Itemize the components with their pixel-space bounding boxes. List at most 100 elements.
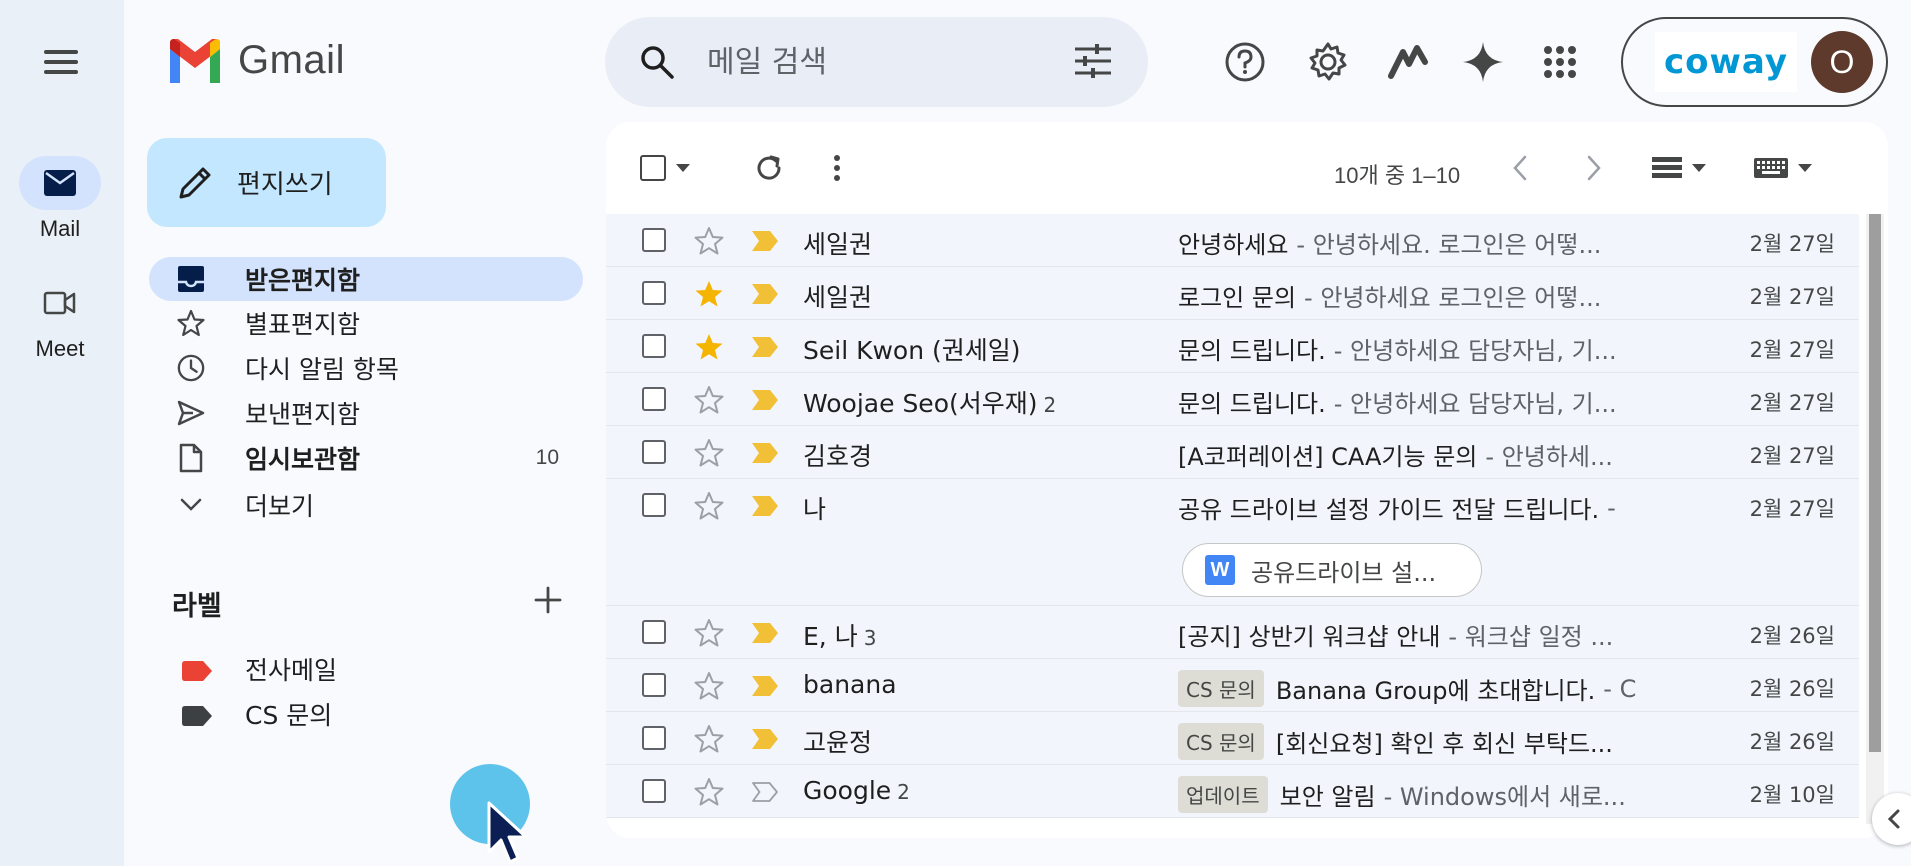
apps-grid-icon[interactable] — [1534, 36, 1586, 88]
row-checkbox[interactable] — [642, 620, 666, 644]
label-item-company-mail[interactable]: 전사메일 — [149, 647, 583, 691]
email-date: 2월 27일 — [1749, 391, 1835, 415]
add-label-icon[interactable] — [532, 584, 564, 616]
row-checkbox[interactable] — [642, 281, 666, 305]
email-row[interactable]: 세일권 로그인 문의 - 안녕하세요 로그인은 어떻... 2월 27일 — [606, 267, 1859, 320]
star-outline-icon[interactable] — [694, 777, 724, 807]
email-row[interactable]: Google 2 업데이트 보안 알림 - Windows에서 새로... 2월 10… — [606, 765, 1859, 818]
gemini-sparkle-icon[interactable] — [1457, 36, 1509, 88]
email-subject: 문의 드립니다. — [1178, 390, 1326, 418]
attachment-chip[interactable]: W 공유드라이브 설... — [1182, 543, 1482, 597]
row-checkbox[interactable] — [642, 726, 666, 750]
avatar[interactable]: O — [1811, 31, 1873, 93]
important-marker-icon[interactable] — [752, 337, 778, 357]
search-options-icon[interactable] — [1075, 44, 1111, 78]
row-checkbox[interactable] — [642, 228, 666, 252]
row-checkbox[interactable] — [642, 334, 666, 358]
gmail-wordmark: Gmail — [238, 38, 345, 82]
important-marker-icon[interactable] — [752, 284, 778, 304]
email-row[interactable]: 세일권 안녕하세요 - 안녕하세요. 로그인은 어떻... 2월 27일 — [606, 214, 1859, 267]
email-subject: 문의 드립니다. — [1178, 337, 1326, 365]
star-filled-icon[interactable] — [694, 332, 724, 362]
list-scrollbar[interactable] — [1866, 214, 1884, 824]
email-subject: [회신요청] 확인 후 회신 부탁드... — [1275, 730, 1613, 758]
email-subject: Banana Group에 초대합니다. — [1275, 677, 1596, 705]
email-row[interactable]: banana CS 문의 Banana Group에 초대합니다. - C 2월 2… — [606, 659, 1859, 712]
nav-item-more[interactable]: 더보기 — [149, 483, 583, 527]
star-outline-icon[interactable] — [694, 618, 724, 648]
scrollbar-thumb[interactable] — [1869, 214, 1881, 752]
search-input[interactable] — [707, 37, 1037, 87]
row-checkbox[interactable] — [642, 387, 666, 411]
rail-item-meet[interactable]: Meet — [10, 276, 110, 362]
star-outline-icon[interactable] — [694, 724, 724, 754]
email-date: 2월 27일 — [1749, 285, 1835, 309]
caret-down-icon — [676, 164, 690, 172]
label-badge[interactable]: CS 문의 — [1178, 723, 1264, 760]
rail-item-mail[interactable]: Mail — [10, 156, 110, 242]
email-date: 2월 26일 — [1749, 624, 1835, 648]
email-row[interactable]: E, 나3 [공지] 상반기 워크샵 안내 - 워크샵 일정 ... 2월 26일 — [606, 606, 1859, 659]
star-filled-icon[interactable] — [694, 279, 724, 309]
label-badge[interactable]: CS 문의 — [1178, 670, 1264, 707]
list-toolbar: 10개 중 1–10 — [606, 122, 1888, 214]
label-tag-icon — [182, 661, 212, 681]
important-marker-icon[interactable] — [752, 443, 778, 463]
star-outline-icon[interactable] — [694, 226, 724, 256]
next-page-icon[interactable] — [1586, 148, 1602, 188]
pagination-text: 10개 중 1–10 — [1334, 163, 1461, 188]
important-marker-icon[interactable] — [752, 231, 778, 251]
gmail-logo[interactable]: Gmail — [166, 38, 345, 83]
row-checkbox[interactable] — [642, 440, 666, 464]
important-marker-icon[interactable] — [752, 496, 778, 516]
account-switcher[interactable]: coway O — [1621, 17, 1888, 107]
input-tools-keyboard-icon[interactable] — [1754, 148, 1812, 188]
label-name: CS 문의 — [245, 701, 333, 730]
density-toggle-icon[interactable] — [1652, 148, 1706, 188]
prev-page-icon[interactable] — [1512, 148, 1528, 188]
important-marker-outline-icon[interactable] — [752, 782, 778, 802]
row-checkbox[interactable] — [642, 493, 666, 517]
star-outline-icon[interactable] — [694, 491, 724, 521]
email-sender: 세일권 — [803, 230, 873, 259]
row-checkbox[interactable] — [642, 673, 666, 697]
nav-item-inbox[interactable]: 받은편지함 — [149, 257, 583, 301]
star-outline-icon[interactable] — [694, 671, 724, 701]
workspace-addon-icon[interactable] — [1382, 36, 1434, 88]
important-marker-icon[interactable] — [752, 729, 778, 749]
attachment-name: 공유드라이브 설... — [1251, 558, 1437, 587]
nav-item-sent[interactable]: 보낸편지함 — [149, 391, 583, 435]
email-row[interactable]: 나 공유 드라이브 설정 가이드 전달 드립니다. - 2월 27일 W 공유드라… — [606, 479, 1859, 606]
search-bar — [605, 17, 1148, 107]
nav-item-drafts[interactable]: 임시보관함 10 — [149, 436, 583, 480]
label-item-cs-inquiry[interactable]: CS 문의 — [149, 692, 583, 736]
email-subject: 보안 알림 — [1279, 783, 1376, 811]
inbox-icon — [177, 265, 205, 293]
star-outline-icon[interactable] — [694, 438, 724, 468]
important-marker-icon[interactable] — [752, 623, 778, 643]
nav-item-starred[interactable]: 별표편지함 — [149, 301, 583, 345]
more-options-icon[interactable] — [832, 148, 842, 188]
side-panel-toggle-button[interactable] — [1872, 793, 1911, 845]
important-marker-icon[interactable] — [752, 676, 778, 696]
settings-gear-icon[interactable] — [1302, 36, 1354, 88]
labels-heading: 라벨 — [172, 591, 222, 622]
select-all-checkbox[interactable] — [640, 148, 690, 188]
email-row[interactable]: Woojae Seo(서우재) 2 문의 드립니다. - 안녕하세요 담당자님, 기… — [606, 373, 1859, 426]
row-checkbox[interactable] — [642, 779, 666, 803]
label-badge[interactable]: 업데이트 — [1178, 776, 1268, 813]
nav-item-snoozed[interactable]: 다시 알림 항목 — [149, 346, 583, 390]
search-icon[interactable] — [639, 44, 675, 80]
important-marker-icon[interactable] — [752, 390, 778, 410]
email-row[interactable]: Seil Kwon (권세일) 문의 드립니다. - 안녕하세요 담당자님, 기.… — [606, 320, 1859, 373]
email-sender: Seil Kwon (권세일) — [803, 336, 1021, 365]
star-outline-icon[interactable] — [694, 385, 724, 415]
email-sender: Google 2 — [803, 776, 910, 805]
refresh-icon[interactable] — [754, 148, 784, 188]
email-subject: [공지] 상반기 워크샵 안내 — [1178, 623, 1441, 651]
email-row[interactable]: 김호경 [A코퍼레이션] CAA기능 문의 - 안녕하세... 2월 27일 — [606, 426, 1859, 479]
email-row[interactable]: 고윤정 CS 문의 [회신요청] 확인 후 회신 부탁드... 2월 26일 — [606, 712, 1859, 765]
main-menu-icon[interactable] — [36, 44, 84, 80]
help-icon[interactable] — [1219, 36, 1271, 88]
compose-button[interactable]: 편지쓰기 — [147, 138, 386, 227]
